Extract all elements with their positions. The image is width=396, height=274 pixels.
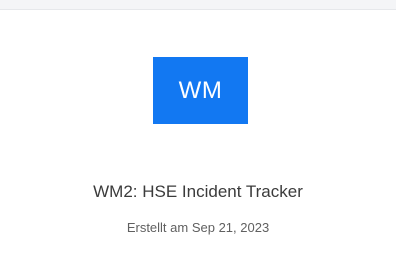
app-title[interactable]: WM2: HSE Incident Tracker (0, 182, 396, 202)
top-strip (0, 0, 396, 10)
app-avatar[interactable]: WM (153, 57, 248, 124)
app-created-date: Erstellt am Sep 21, 2023 (126, 220, 270, 235)
app-avatar-initials: WM (178, 76, 223, 104)
app-card[interactable]: WM WM2: HSE Incident Tracker Erstellt am… (0, 10, 396, 274)
